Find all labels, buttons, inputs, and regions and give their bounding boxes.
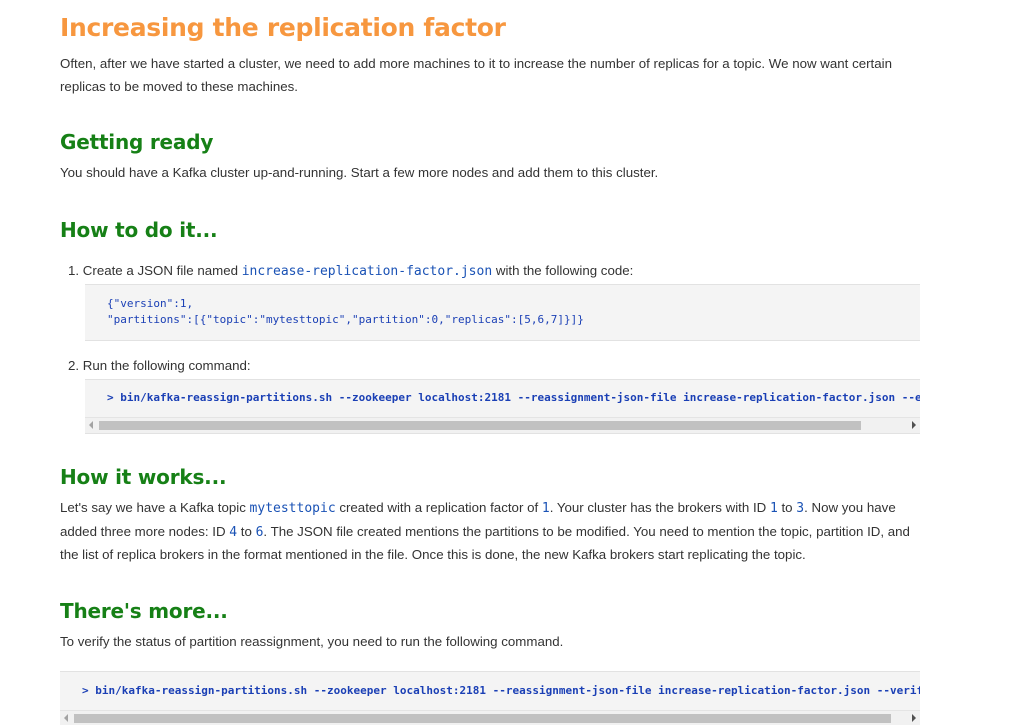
how-it-works-heading: How it works... [60, 465, 227, 489]
reassign-command-block: > bin/kafka-reassign-partitions.sh --zoo… [85, 379, 920, 434]
step-1-suffix: with the following code: [492, 263, 634, 278]
verify-scrollbar[interactable] [60, 710, 920, 725]
step-2-text: Run the following command: [82, 358, 251, 373]
scroll-right-icon[interactable] [912, 714, 916, 722]
verify-command: > bin/kafka-reassign-partitions.sh --zoo… [82, 684, 920, 697]
scroll-thumb[interactable] [99, 421, 861, 430]
scroll-left-icon[interactable] [64, 714, 68, 722]
how-to-heading: How to do it... [60, 218, 218, 242]
how-it-works-t4: to [777, 500, 797, 515]
step-1: 1. Create a JSON file named increase-rep… [68, 261, 633, 282]
intro-paragraph: Often, after we have started a cluster, … [60, 56, 892, 94]
how-it-works-text: Let's say we have a Kafka topic mytestto… [60, 497, 920, 567]
getting-ready-text: You should have a Kafka cluster up-and-r… [60, 165, 659, 180]
verify-command-block: > bin/kafka-reassign-partitions.sh --zoo… [60, 671, 920, 725]
reassign-scrollbar[interactable] [85, 417, 920, 433]
scroll-right-icon[interactable] [912, 421, 916, 429]
json-code-line-2: "partitions":[{"topic":"mytesttopic","pa… [107, 313, 584, 326]
how-it-works-t2: created with a replication factor of [335, 500, 542, 515]
new-node-id-from: 4 [229, 524, 238, 540]
json-code-block: {"version":1, "partitions":[{"topic":"my… [85, 284, 920, 341]
topic-name: mytesttopic [249, 501, 336, 516]
replication-factor-value: 1 [541, 501, 550, 516]
scroll-thumb[interactable] [74, 714, 891, 723]
step-1-filename: increase-replication-factor.json [241, 264, 493, 279]
step-2: 2. Run the following command: [68, 356, 251, 376]
broker-id-from: 1 [769, 501, 778, 516]
theres-more-heading: There's more... [60, 599, 228, 623]
reassign-command: > bin/kafka-reassign-partitions.sh --zoo… [107, 391, 920, 404]
how-it-works-t1: Let's say we have a Kafka topic [60, 500, 250, 515]
scroll-left-icon[interactable] [89, 421, 93, 429]
getting-ready-heading: Getting ready [60, 130, 214, 154]
how-it-works-t3: . Your cluster has the brokers with ID [549, 500, 770, 515]
broker-id-to: 3 [796, 501, 805, 516]
how-it-works-t6: to [237, 523, 256, 539]
theres-more-text: To verify the status of partition reassi… [60, 634, 564, 649]
step-2-number: 2. [68, 358, 80, 373]
step-1-prefix: Create a JSON file named [82, 263, 242, 278]
step-1-number: 1. [68, 263, 80, 278]
page-title: Increasing the replication factor [60, 13, 506, 42]
json-code-line-1: {"version":1, [107, 297, 194, 310]
